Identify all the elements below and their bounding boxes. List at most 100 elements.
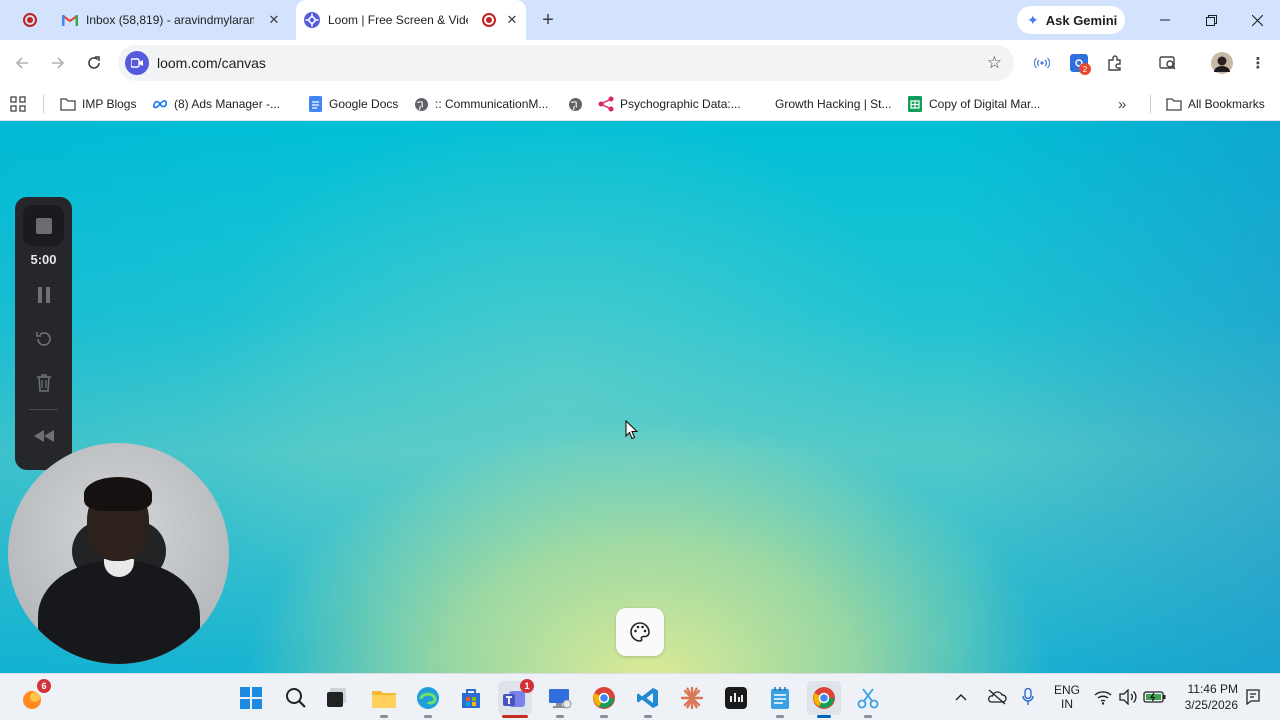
webcam-bubble[interactable] bbox=[8, 443, 229, 664]
palette-icon bbox=[630, 622, 650, 642]
loom-extension-icon[interactable]: 2 bbox=[1067, 51, 1091, 75]
chrome-menu-icon[interactable]: ⋮ bbox=[1246, 51, 1270, 75]
stop-recording-button[interactable] bbox=[23, 205, 64, 246]
windows-taskbar: 6 1 bbox=[0, 673, 1280, 720]
edge-browser-icon[interactable] bbox=[411, 681, 445, 718]
bookmark-globe[interactable] bbox=[567, 92, 589, 116]
reload-button[interactable] bbox=[82, 51, 106, 75]
share-icon bbox=[598, 96, 614, 112]
teams-badge: 1 bbox=[520, 679, 534, 693]
bookmark-google-docs[interactable]: Google Docs bbox=[307, 92, 398, 116]
profile-avatar[interactable] bbox=[1210, 51, 1234, 75]
microsoft-store-icon[interactable] bbox=[454, 681, 488, 715]
collapse-controls-icon[interactable] bbox=[31, 423, 56, 448]
bookmarks-bar: IMP Blogs (8) Ads Manager -... Google Do… bbox=[0, 86, 1280, 121]
bookmark-communication[interactable]: :: CommunicationM... bbox=[413, 92, 548, 116]
bookmark-psychographic[interactable]: Psychographic Data:... bbox=[598, 92, 741, 116]
chrome-profile-icon[interactable] bbox=[587, 681, 621, 718]
file-explorer-icon[interactable] bbox=[367, 681, 401, 718]
google-sheets-icon bbox=[907, 96, 923, 112]
close-tab-icon[interactable]: ✕ bbox=[504, 12, 520, 28]
clock-date: 3/25/2026 bbox=[1184, 697, 1238, 712]
all-bookmarks-label: All Bookmarks bbox=[1188, 97, 1265, 111]
extension-badge: 2 bbox=[1079, 63, 1091, 75]
bookmark-label: IMP Blogs bbox=[82, 97, 137, 111]
language-line2: IN bbox=[1061, 696, 1073, 711]
bookmark-digital-marketing[interactable]: Copy of Digital Mar... bbox=[907, 92, 1040, 116]
weather-badge: 6 bbox=[37, 679, 51, 693]
restore-button[interactable] bbox=[1188, 0, 1234, 40]
show-hidden-icons-chevron-icon[interactable] bbox=[955, 673, 967, 720]
address-bar[interactable]: loom.com/canvas ☆ bbox=[118, 45, 1014, 81]
bookmark-label: :: CommunicationM... bbox=[435, 97, 549, 111]
pause-button[interactable] bbox=[31, 282, 56, 307]
bookmark-label: Growth Hacking | St... bbox=[775, 97, 892, 111]
start-windows-icon[interactable] bbox=[234, 681, 268, 715]
bookmark-imp-blogs[interactable]: IMP Blogs bbox=[60, 92, 136, 116]
bookmark-ads-manager[interactable]: (8) Ads Manager -... bbox=[152, 92, 280, 116]
chrome-active-icon[interactable] bbox=[807, 681, 841, 718]
ask-gemini-label: Ask Gemini bbox=[1045, 12, 1118, 28]
tab-loom-title: Loom | Free Screen & Video bbox=[328, 13, 468, 27]
language-indicator[interactable]: ENG IN bbox=[1052, 673, 1082, 720]
browser-toolbar: loom.com/canvas ☆ 2 ⋮ bbox=[0, 40, 1280, 86]
bookmark-divider bbox=[43, 95, 44, 113]
clock[interactable]: 11:46 PM 3/25/2026 bbox=[1180, 673, 1238, 720]
site-info-icon[interactable] bbox=[125, 51, 149, 75]
back-button[interactable] bbox=[10, 51, 34, 75]
tab-strip: Inbox (58,819) - aravindmylaram ✕ Loom |… bbox=[0, 0, 1280, 40]
capcut-app-icon[interactable] bbox=[719, 681, 753, 715]
gemini-sparkle-icon: ✦ bbox=[1027, 11, 1039, 28]
recording-indicator-icon bbox=[481, 12, 497, 28]
tab-search-icon[interactable] bbox=[1156, 51, 1180, 75]
battery-charging-icon[interactable] bbox=[1143, 673, 1167, 720]
notifications-icon[interactable] bbox=[1245, 673, 1261, 720]
vscode-icon[interactable] bbox=[631, 681, 665, 718]
bookmark-label: Copy of Digital Mar... bbox=[929, 97, 1041, 111]
tab-loom[interactable]: Loom | Free Screen & Video ✕ bbox=[296, 0, 526, 40]
restart-button[interactable] bbox=[31, 326, 56, 351]
loom-icon bbox=[304, 12, 320, 28]
folder-icon bbox=[60, 96, 76, 112]
background-palette-button[interactable] bbox=[616, 608, 664, 656]
task-view-icon[interactable] bbox=[320, 681, 354, 715]
forward-button[interactable] bbox=[46, 51, 70, 75]
new-tab-button[interactable]: + bbox=[536, 8, 560, 32]
snipping-tool-icon[interactable] bbox=[851, 681, 885, 718]
bookmark-divider bbox=[1150, 95, 1151, 113]
notepad-icon[interactable] bbox=[763, 681, 797, 718]
broadcast-icon[interactable] bbox=[1030, 51, 1054, 75]
all-bookmarks-button[interactable]: All Bookmarks bbox=[1166, 92, 1265, 116]
delete-trash-icon[interactable] bbox=[31, 370, 56, 395]
teams-icon[interactable]: 1 bbox=[498, 679, 534, 718]
loom-recording-controls: 5:00 bbox=[15, 197, 72, 470]
bookmark-label: Psychographic Data:... bbox=[620, 97, 741, 111]
controls-divider bbox=[29, 409, 58, 410]
gmail-icon bbox=[62, 12, 78, 28]
recording-icon bbox=[22, 12, 38, 28]
clock-time: 11:46 PM bbox=[1187, 681, 1238, 696]
meta-icon bbox=[152, 96, 168, 112]
close-tab-icon[interactable]: ✕ bbox=[266, 12, 282, 28]
search-icon[interactable] bbox=[279, 681, 313, 715]
close-window-button[interactable] bbox=[1234, 0, 1280, 40]
more-bookmarks-icon[interactable]: » bbox=[1118, 92, 1126, 116]
extensions-puzzle-icon[interactable] bbox=[1103, 51, 1127, 75]
microphone-icon[interactable] bbox=[1022, 673, 1034, 720]
apps-grid-icon[interactable] bbox=[10, 92, 26, 116]
bookmark-growth-hacking[interactable]: Growth Hacking | St... bbox=[775, 92, 892, 116]
claude-app-icon[interactable] bbox=[675, 681, 709, 715]
wifi-icon[interactable] bbox=[1094, 673, 1112, 720]
tab-recording[interactable] bbox=[22, 0, 46, 40]
ask-gemini-button[interactable]: ✦ Ask Gemini bbox=[1017, 6, 1125, 34]
globe-icon bbox=[413, 96, 429, 112]
volume-icon[interactable] bbox=[1119, 673, 1137, 720]
tab-gmail[interactable]: Inbox (58,819) - aravindmylaram ✕ bbox=[62, 0, 290, 40]
bookmark-star-icon[interactable]: ☆ bbox=[987, 53, 1002, 73]
remote-desktop-icon[interactable] bbox=[543, 681, 577, 718]
minimize-button[interactable] bbox=[1142, 0, 1188, 40]
onedrive-offline-icon[interactable] bbox=[987, 673, 1007, 720]
google-docs-icon bbox=[307, 96, 323, 112]
globe-icon bbox=[567, 96, 583, 112]
weather-widget-icon[interactable]: 6 bbox=[15, 679, 51, 715]
